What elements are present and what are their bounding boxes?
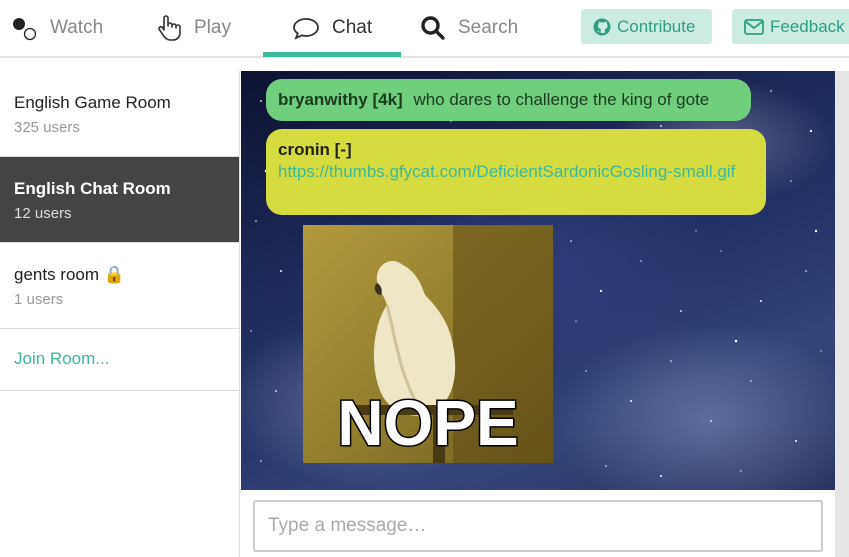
chat-message: bryanwithy [4k] who dares to challenge t…	[266, 79, 751, 121]
nav-watch[interactable]: Watch	[12, 0, 103, 56]
join-room-link[interactable]: Join Room...	[0, 329, 239, 391]
message-author[interactable]: cronin [-]	[278, 139, 754, 161]
room-list: English Game Room 325 users English Chat…	[0, 71, 240, 557]
room-name: English Game Room	[14, 93, 171, 112]
message-author[interactable]: bryanwithy [4k]	[278, 90, 403, 109]
message-composer	[241, 490, 835, 557]
gif-caption: NOPE	[337, 387, 518, 459]
contribute-button[interactable]: Contribute	[581, 9, 712, 44]
nav-search[interactable]: Search	[420, 0, 518, 56]
top-navigation: Watch Play Chat Search Contribute Feedba…	[0, 0, 849, 58]
message-text: who dares to challenge the king of gote	[413, 90, 710, 109]
nav-chat[interactable]: Chat	[292, 0, 372, 56]
go-stones-icon	[12, 15, 38, 41]
chat-log[interactable]: bryanwithy [4k] who dares to challenge t…	[241, 71, 835, 490]
feedback-button[interactable]: Feedback	[732, 9, 849, 44]
envelope-icon	[744, 18, 764, 35]
message-input[interactable]	[253, 500, 823, 552]
room-item-english-chat-room[interactable]: English Chat Room 12 users	[0, 157, 239, 243]
feedback-label: Feedback	[770, 16, 845, 36]
embedded-gif-image[interactable]: NOPE	[303, 225, 553, 463]
active-tab-indicator	[263, 52, 401, 57]
pointing-hand-icon	[156, 14, 182, 42]
room-item-english-game-room[interactable]: English Game Room 325 users	[0, 71, 239, 157]
chat-bubble-icon	[292, 16, 320, 40]
nav-search-label: Search	[458, 17, 519, 38]
message-link[interactable]: https://thumbs.gfycat.com/DeficientSardo…	[278, 161, 754, 183]
room-user-count: 1 users	[14, 291, 64, 308]
chat-message: cronin [-] https://thumbs.gfycat.com/Def…	[266, 129, 766, 215]
room-user-count: 325 users	[14, 119, 80, 136]
room-user-count: 12 users	[14, 205, 72, 222]
nav-play-label: Play	[194, 17, 231, 38]
nav-play[interactable]: Play	[156, 0, 231, 56]
nav-chat-label: Chat	[332, 17, 373, 38]
contribute-label: Contribute	[617, 16, 696, 36]
room-name: gents room 🔒	[14, 265, 125, 284]
cockatoo-picture: NOPE	[303, 225, 553, 463]
search-icon	[420, 15, 446, 41]
chat-scrollbar[interactable]	[835, 71, 849, 557]
nav-watch-label: Watch	[50, 17, 104, 38]
github-icon	[593, 18, 611, 36]
room-item-gents-room[interactable]: gents room 🔒 1 users	[0, 243, 239, 329]
room-name: English Chat Room	[14, 179, 171, 198]
